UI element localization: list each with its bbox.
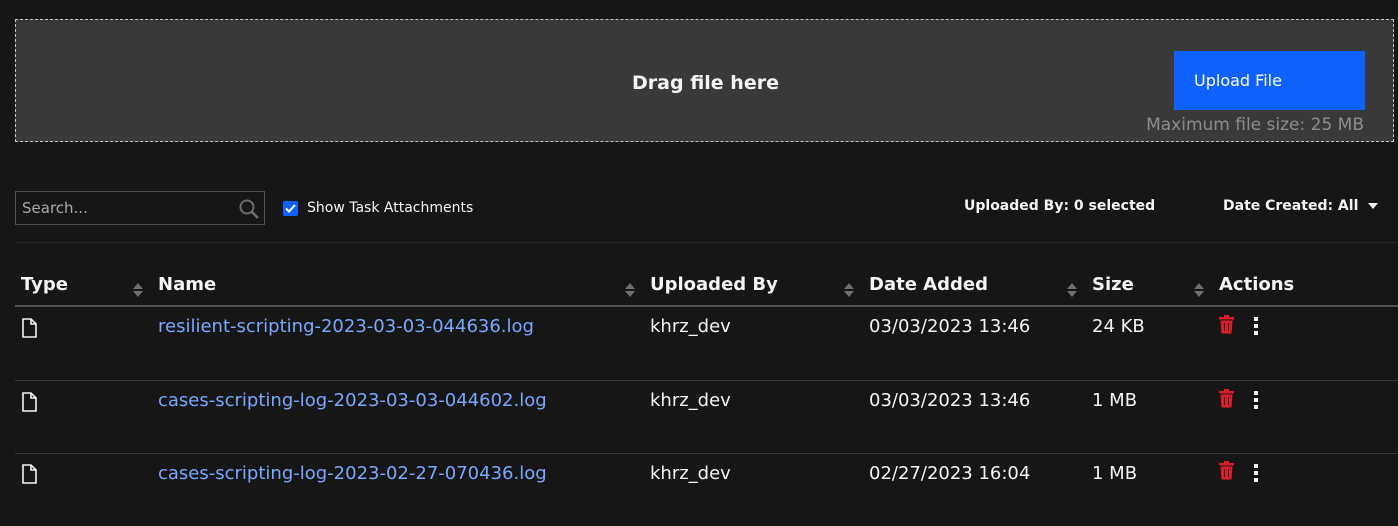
overflow-menu-icon[interactable] xyxy=(1251,316,1261,336)
show-task-attachments-label: Show Task Attachments xyxy=(307,200,474,216)
search-input[interactable] xyxy=(16,192,236,224)
column-header-type[interactable]: Type xyxy=(21,274,68,295)
column-header-size[interactable]: Size xyxy=(1092,274,1134,295)
column-header-uploaded-by[interactable]: Uploaded By xyxy=(650,274,778,295)
trash-icon[interactable] xyxy=(1218,461,1235,480)
upload-file-button[interactable]: Upload File xyxy=(1174,51,1365,110)
date-created-filter-label: Date Created: All xyxy=(1223,198,1359,214)
file-icon xyxy=(22,464,37,484)
uploaded-by-cell: khrz_dev xyxy=(650,316,731,337)
size-cell: 1 MB xyxy=(1092,390,1138,411)
sort-icon[interactable] xyxy=(1193,282,1205,298)
column-header-name[interactable]: Name xyxy=(158,274,216,295)
sort-icon[interactable] xyxy=(843,282,855,298)
toolbar-divider xyxy=(15,242,1398,243)
show-task-attachments-checkbox[interactable]: Show Task Attachments xyxy=(283,199,473,217)
date-added-cell: 03/03/2023 13:46 xyxy=(869,316,1031,337)
search-icon xyxy=(239,199,259,219)
row-divider xyxy=(15,453,1398,454)
size-cell: 24 KB xyxy=(1092,316,1145,337)
max-file-size-text: Maximum file size: 25 MB xyxy=(1146,115,1364,135)
overflow-menu-icon[interactable] xyxy=(1251,390,1261,410)
uploaded-by-filter[interactable]: Uploaded By: 0 selected xyxy=(964,198,1155,214)
date-created-filter[interactable]: Date Created: All xyxy=(1223,198,1379,214)
date-added-cell: 03/03/2023 13:46 xyxy=(869,390,1031,411)
column-header-actions: Actions xyxy=(1219,274,1295,295)
sort-icon[interactable] xyxy=(132,282,144,298)
date-added-cell: 02/27/2023 16:04 xyxy=(869,463,1031,484)
file-icon xyxy=(22,318,37,338)
column-header-date-added[interactable]: Date Added xyxy=(869,274,988,295)
header-divider xyxy=(15,305,1398,307)
row-divider xyxy=(15,380,1398,381)
uploaded-by-cell: khrz_dev xyxy=(650,390,731,411)
uploaded-by-cell: khrz_dev xyxy=(650,463,731,484)
search-box xyxy=(15,191,265,225)
sort-icon[interactable] xyxy=(1066,282,1078,298)
file-dropzone[interactable]: Drag file here Upload File Maximum file … xyxy=(15,19,1394,142)
sort-icon[interactable] xyxy=(624,282,636,298)
size-cell: 1 MB xyxy=(1092,463,1138,484)
chevron-down-icon xyxy=(1368,203,1379,209)
checkbox-checked-icon[interactable] xyxy=(283,200,298,216)
file-name-link[interactable]: cases-scripting-log-2023-02-27-070436.lo… xyxy=(158,463,547,484)
file-name-link[interactable]: resilient-scripting-2023-03-03-044636.lo… xyxy=(158,316,534,337)
file-icon xyxy=(22,392,37,412)
trash-icon[interactable] xyxy=(1218,315,1235,334)
trash-icon[interactable] xyxy=(1218,389,1235,408)
overflow-menu-icon[interactable] xyxy=(1251,463,1261,483)
file-name-link[interactable]: cases-scripting-log-2023-03-03-044602.lo… xyxy=(158,390,547,411)
